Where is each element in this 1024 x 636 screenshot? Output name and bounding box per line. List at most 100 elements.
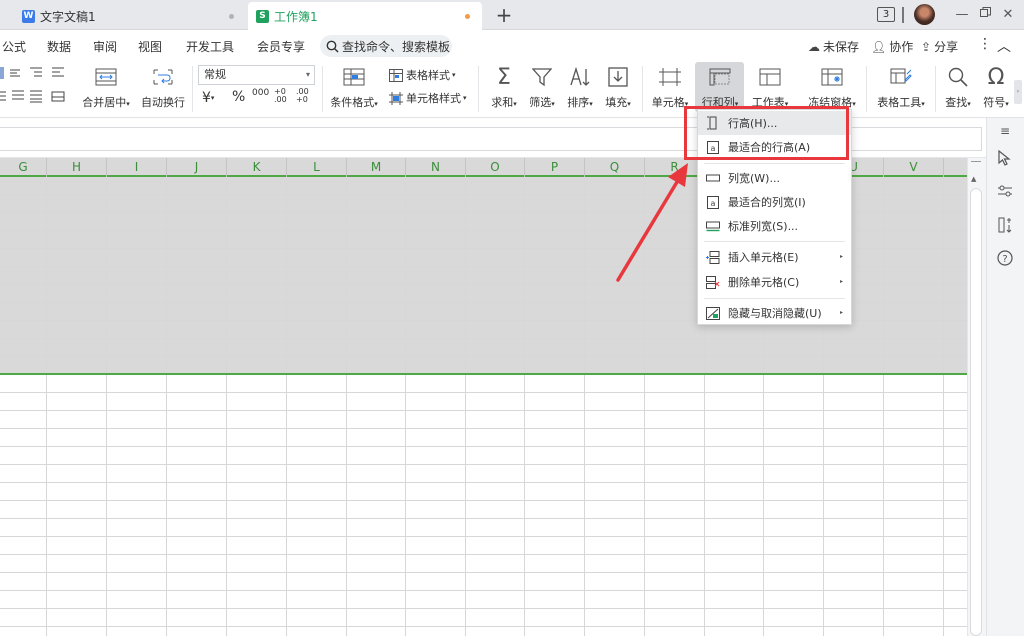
scroll-up-icon[interactable]: ▲ [971, 175, 976, 183]
menu-formula[interactable]: 公式 [2, 38, 26, 55]
table-style-label: 表格样式 [406, 69, 450, 82]
menu-data[interactable]: 数据 [47, 38, 71, 55]
menu-autofit-column-width[interactable]: a 最适合的列宽(I) [698, 190, 851, 214]
collab-button[interactable]: 👤︎ 协作 [871, 38, 913, 55]
cell-button[interactable]: 单元格▾ [648, 66, 692, 110]
align-icons-top[interactable] [0, 66, 70, 80]
user-icon: 👤︎ [871, 39, 887, 54]
command-search[interactable]: 查找命令、搜索模板 [320, 35, 452, 57]
menu-label: 插入单元格(E) [728, 251, 799, 264]
format-transfer-icon[interactable] [996, 217, 1014, 235]
more-icon[interactable]: ⋮ [978, 36, 992, 52]
grid-line [106, 177, 107, 636]
merge-center-button[interactable]: 合并居中▾ [78, 66, 134, 110]
symbol-button[interactable]: Ω 符号▾ [978, 65, 1014, 110]
selection-border [0, 373, 967, 375]
sidebar-collapse-icon[interactable]: ≡ [996, 122, 1014, 140]
grid-line [226, 177, 227, 636]
worksheet-button[interactable]: 工作表▾ [746, 66, 794, 110]
column-header-g[interactable]: G [0, 158, 47, 177]
freeze-panes-button[interactable]: 冻结窗格▾ [804, 66, 860, 110]
column-header-l[interactable]: L [287, 158, 347, 177]
number-format-select[interactable]: 常规 ▾ [198, 65, 315, 85]
restore-icon[interactable] [974, 4, 996, 26]
share-label: 分享 [934, 40, 959, 54]
writer-icon: W [22, 9, 35, 23]
thousands-button[interactable]: 000 [252, 88, 269, 98]
fill-button[interactable]: 填充▾ [600, 66, 636, 110]
unsaved-button[interactable]: ☁ 未保存 [808, 38, 859, 55]
wrap-text-button[interactable]: 自动换行 [139, 66, 187, 110]
tab-document[interactable]: W 文字文稿1 [14, 2, 246, 30]
menu-developer[interactable]: 开发工具 [186, 38, 234, 55]
minimize-icon[interactable]: — [951, 4, 973, 26]
decrease-decimal-button[interactable]: .00 +0 [296, 88, 312, 104]
menu-delete-cells[interactable]: 删除单元格(C) ▸ [698, 270, 851, 294]
column-header-v[interactable]: V [884, 158, 944, 177]
column-header-m[interactable]: M [347, 158, 406, 177]
menu-review[interactable]: 审阅 [93, 38, 117, 55]
cloud-icon: ☁ [808, 39, 820, 54]
settings-sliders-icon[interactable] [996, 184, 1014, 202]
sort-button[interactable]: 排序▾ [562, 66, 598, 110]
split-handle[interactable] [971, 161, 981, 162]
cell-icon [657, 66, 683, 88]
divider [192, 66, 193, 112]
row-line [0, 482, 967, 483]
column-header-j[interactable]: J [167, 158, 227, 177]
menu-standard-column-width[interactable]: 标准列宽(S)... [698, 214, 851, 238]
grid-line [286, 177, 287, 636]
table-tools-button[interactable]: 表格工具▾ [872, 66, 930, 110]
symbol-label: 符号 [983, 96, 1006, 109]
menu-column-width[interactable]: 列宽(W)... [698, 166, 851, 190]
row-line [0, 392, 967, 393]
share-button[interactable]: ⇪ 分享 [921, 38, 958, 55]
scrollbar-thumb[interactable] [970, 188, 982, 636]
help-icon[interactable]: ? [996, 250, 1014, 268]
share-icon: ⇪ [921, 39, 932, 54]
column-header-k[interactable]: K [227, 158, 287, 177]
cell-style-button[interactable]: 单元格样式 ▾ [389, 90, 467, 106]
row-line [0, 518, 967, 519]
ribbon-scroll-right-icon[interactable]: › [1014, 80, 1022, 104]
new-tab-button[interactable]: + [494, 3, 514, 27]
menu-hide-unhide[interactable]: 隐藏与取消隐藏(U) ▸ [698, 301, 851, 325]
currency-button[interactable]: ¥ ▾ [202, 90, 214, 106]
window-count-badge[interactable]: 3 [877, 7, 895, 22]
select-cursor-icon[interactable] [996, 149, 1014, 168]
find-button[interactable]: 查找▾ [940, 66, 976, 110]
unsaved-dot [465, 14, 470, 19]
divider [642, 66, 643, 112]
freeze-icon [819, 66, 845, 88]
submenu-arrow-icon: ▸ [839, 253, 843, 260]
column-header-i[interactable]: I [107, 158, 167, 177]
tab-workbook[interactable]: S 工作簿1 [248, 2, 482, 30]
table-style-button[interactable]: 表格样式 ▾ [389, 67, 456, 83]
column-header-h[interactable]: H [47, 158, 107, 177]
tab-label: 文字文稿1 [40, 9, 96, 24]
grid-line [166, 177, 167, 636]
table-tools-label: 表格工具 [877, 96, 922, 109]
menu-insert-cells[interactable]: 插入单元格(E) ▸ [698, 245, 851, 269]
collapse-ribbon-icon[interactable]: ︿ [997, 36, 1011, 56]
column-header-n[interactable]: N [406, 158, 466, 177]
row-col-icon [707, 66, 733, 88]
increase-decimal-button[interactable]: +0 .00 [274, 88, 290, 104]
row-col-button[interactable]: 行和列▾ [696, 66, 744, 110]
filter-button[interactable]: 筛选▾ [524, 66, 560, 110]
wrap-text-icon [150, 66, 176, 88]
sum-button[interactable]: Σ 求和▾ [486, 65, 522, 110]
conditional-format-button[interactable]: 条件格式▾ [327, 66, 381, 110]
sort-icon [567, 66, 593, 88]
column-header-o[interactable]: O [466, 158, 525, 177]
grid-line [346, 177, 347, 636]
percent-button[interactable]: % [232, 89, 245, 105]
conditional-format-label: 条件格式 [330, 96, 375, 109]
menu-separator [704, 241, 845, 242]
menu-member[interactable]: 会员专享 [257, 38, 305, 55]
avatar[interactable] [914, 4, 935, 25]
menu-view[interactable]: 视图 [138, 38, 162, 55]
column-header-p[interactable]: P [525, 158, 585, 177]
close-icon[interactable]: ✕ [997, 4, 1019, 26]
align-icons-bottom[interactable] [0, 89, 70, 103]
